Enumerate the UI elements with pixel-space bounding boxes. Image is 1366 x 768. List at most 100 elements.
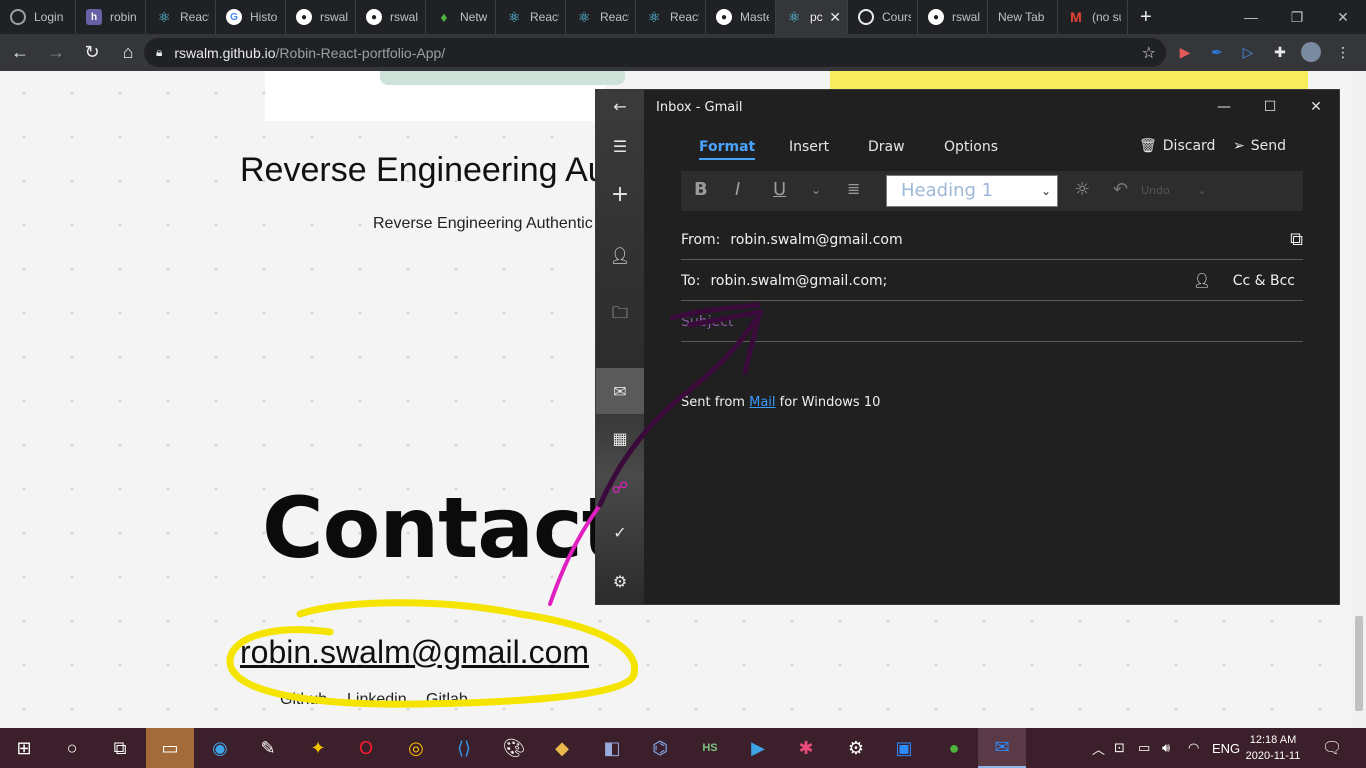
contact-email-link[interactable]: robin.swalm@gmail.com — [240, 634, 589, 671]
new-mail-plus-icon[interactable]: + — [596, 174, 644, 214]
restore-window-button[interactable]: ❐ — [1274, 0, 1320, 34]
sticky-notes-icon[interactable]: ✎ — [244, 728, 292, 768]
zoom-icon[interactable]: ▣ — [880, 728, 928, 768]
home-icon[interactable]: ⌂ — [112, 37, 144, 69]
hamburger-menu-icon[interactable]: ☰ — [596, 126, 644, 166]
tab-react-3[interactable]: ⚛ React — [566, 0, 636, 34]
tab-options[interactable]: Options — [944, 139, 998, 155]
tab-github-2[interactable]: ● rswal — [356, 0, 426, 34]
battery-icon[interactable]: ▭ — [1138, 728, 1150, 768]
calendar-icon[interactable]: ▦ — [596, 418, 644, 458]
github-link[interactable]: Github — [280, 691, 327, 709]
settings-gear-taskbar-icon[interactable]: ⚙ — [832, 728, 880, 768]
extension-play-icon[interactable]: ▷ — [1238, 42, 1258, 62]
search-circle-icon[interactable]: ○ — [48, 728, 96, 768]
gitlab-link[interactable]: Gitlab — [426, 691, 468, 709]
action-center-icon[interactable]: 🗨︎ — [1322, 728, 1342, 768]
network-app-icon[interactable]: ⌬ — [636, 728, 684, 768]
mail-close-button[interactable]: ✕ — [1296, 96, 1336, 118]
styles-sun-icon[interactable]: ☼ — [1074, 179, 1090, 200]
folders-icon[interactable]: 🗀 — [596, 295, 644, 335]
tab-gmail[interactable]: M (no su — [1058, 0, 1128, 34]
back-arrow-icon[interactable]: ← — [4, 37, 36, 69]
tab-github-3[interactable]: ● rswal — [918, 0, 988, 34]
notification-task-icon[interactable]: ⊡ — [1114, 728, 1125, 768]
contact-picker-person-icon[interactable]: 👤︎ — [1193, 273, 1211, 289]
tab-new-tab[interactable]: New Tab — [988, 0, 1058, 34]
chrome-menu-icon[interactable]: ⋮ — [1333, 42, 1353, 62]
extension-pen-icon[interactable]: ✒ — [1207, 42, 1227, 62]
to-field[interactable]: robin.swalm@gmail.com; — [710, 273, 887, 289]
tab-history[interactable]: G Histo — [216, 0, 286, 34]
heading-style-select[interactable]: Heading 1 ⌄ — [886, 175, 1058, 207]
tab-react-4[interactable]: ⚛ React — [636, 0, 706, 34]
font-dropdown-chevron-icon[interactable]: ⌄ — [811, 183, 821, 197]
vscode-icon[interactable]: ⟨⟩ — [440, 728, 488, 768]
task-view-icon[interactable]: ⧉ — [96, 728, 144, 768]
edge-browser-icon[interactable]: ◉ — [196, 728, 244, 768]
address-bar[interactable]: 🔒︎ rswalm.github.io/Robin-React-portfoli… — [144, 38, 1166, 67]
accounts-person-icon[interactable]: 👤︎ — [596, 235, 644, 275]
video-player-icon[interactable]: ▶ — [734, 728, 782, 768]
popout-window-icon[interactable]: ⧉ — [1290, 229, 1303, 250]
mail-envelope-icon[interactable]: ✉ — [596, 368, 644, 414]
tab-insert[interactable]: Insert — [789, 139, 829, 155]
todo-check-icon[interactable]: ✓ — [596, 512, 644, 552]
from-value[interactable]: robin.swalm@gmail.com — [730, 232, 902, 248]
signature-mail-link[interactable]: Mail — [749, 395, 775, 410]
mongodb-compass-icon[interactable]: ● — [930, 728, 978, 768]
bookmark-star-icon[interactable]: ☆ — [1142, 43, 1156, 63]
language-indicator[interactable]: ENG — [1212, 728, 1240, 768]
close-window-button[interactable]: ✕ — [1320, 0, 1366, 34]
mail-maximize-button[interactable]: ☐ — [1250, 96, 1290, 118]
tab-master[interactable]: ● Maste — [706, 0, 776, 34]
send-button[interactable]: ➢ Send — [1233, 138, 1286, 154]
git-diamond-icon[interactable]: ◆ — [538, 728, 586, 768]
notes-app-icon[interactable]: ◧ — [588, 728, 636, 768]
tab-courses[interactable]: Cours — [848, 0, 918, 34]
settings-gear-icon[interactable]: ⚙ — [596, 561, 644, 601]
system-clock[interactable]: 12:18 AM 2020-11-11 — [1243, 732, 1303, 764]
italic-button[interactable]: I — [735, 179, 740, 200]
scrollbar-thumb[interactable] — [1355, 616, 1363, 711]
new-tab-button[interactable]: + — [1128, 0, 1164, 34]
reload-icon[interactable]: ↻ — [76, 37, 108, 69]
undo-chevron-icon[interactable]: ⌄ — [1197, 183, 1207, 197]
tab-draw[interactable]: Draw — [868, 139, 905, 155]
tab-react-2[interactable]: ⚛ React — [496, 0, 566, 34]
app-puzzle-icon[interactable]: ✦ — [294, 728, 342, 768]
hs-app-icon[interactable]: HS — [686, 728, 734, 768]
page-scrollbar[interactable] — [1352, 71, 1366, 728]
back-arrow-icon[interactable]: ← — [596, 86, 644, 126]
profile-avatar[interactable] — [1301, 42, 1321, 62]
tab-format[interactable]: Format — [699, 139, 756, 160]
wifi-icon[interactable]: ◠ — [1188, 728, 1199, 768]
tab-github-1[interactable]: ● rswal — [286, 0, 356, 34]
cc-bcc-button[interactable]: Cc & Bcc — [1233, 273, 1295, 289]
linkedin-link[interactable]: Linkedin — [347, 691, 407, 709]
opera-icon[interactable]: O — [342, 728, 390, 768]
volume-icon[interactable]: 🔊︎ — [1162, 728, 1170, 768]
tray-overflow-chevron-icon[interactable]: ︿ — [1092, 728, 1105, 768]
mail-minimize-button[interactable]: — — [1204, 96, 1244, 118]
tab-network[interactable]: ♦ Netw — [426, 0, 496, 34]
slack-icon[interactable]: ✱ — [782, 728, 830, 768]
close-tab-icon[interactable]: ✕ — [823, 9, 841, 26]
tab-login[interactable]: Login — [0, 0, 76, 34]
mail-app-icon[interactable]: ✉ — [978, 728, 1026, 768]
file-explorer-icon[interactable]: ▭ — [146, 728, 194, 768]
chrome-icon[interactable]: ◎ — [392, 728, 440, 768]
discard-button[interactable]: 🗑︎ Discard — [1139, 138, 1215, 154]
paragraph-format-icon[interactable]: ≣ — [847, 179, 860, 198]
tab-active-portfolio[interactable]: ⚛ pc ✕ — [776, 0, 848, 34]
extensions-puzzle-icon[interactable]: ✚ — [1270, 42, 1290, 62]
undo-icon[interactable]: ↶ — [1113, 179, 1128, 200]
tab-heroku[interactable]: h robin — [76, 0, 146, 34]
windows-start-icon[interactable]: ⊞ — [0, 728, 48, 768]
people-icon[interactable]: ☍ — [596, 467, 644, 507]
extension-record-icon[interactable]: ▶ — [1175, 42, 1195, 62]
paint-palette-icon[interactable]: 🎨︎ — [490, 728, 538, 768]
underline-button[interactable]: U — [773, 179, 786, 200]
bold-button[interactable]: B — [694, 179, 708, 200]
minimize-window-button[interactable]: — — [1228, 0, 1274, 34]
